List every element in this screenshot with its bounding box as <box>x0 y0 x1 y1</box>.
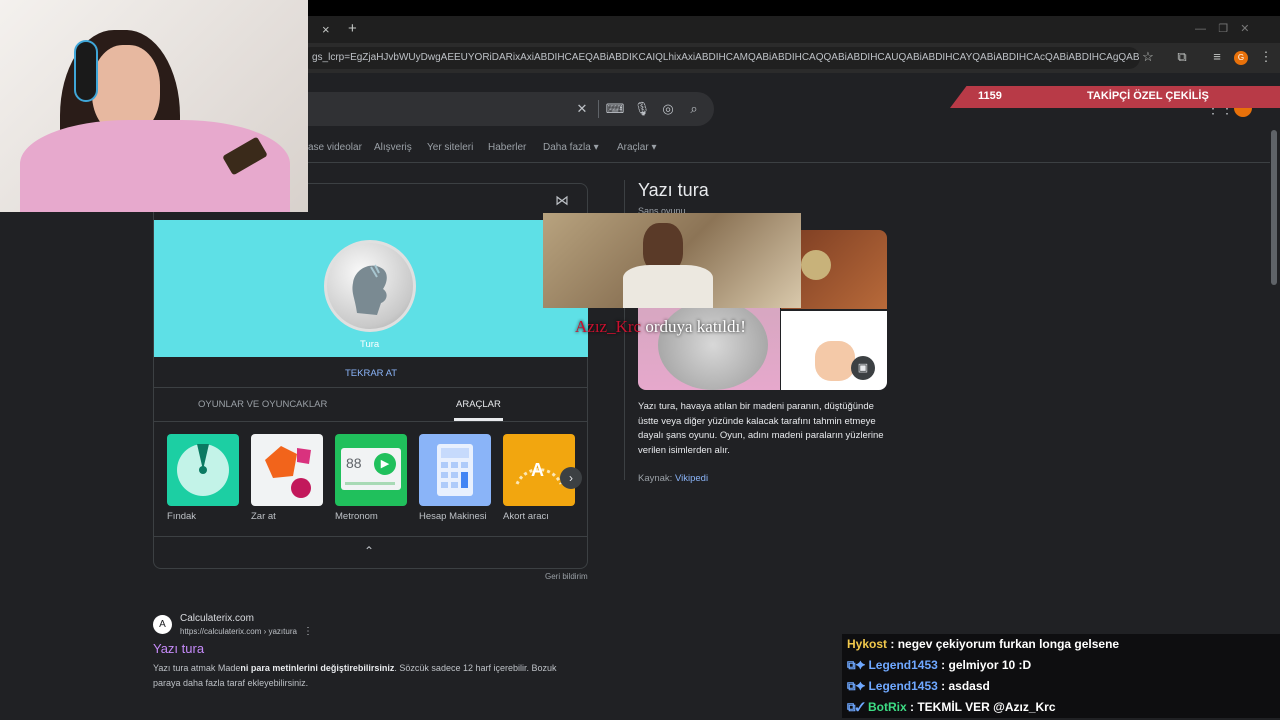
tool-label-tuner: Akort aracı <box>503 511 549 522</box>
more-images-icon[interactable]: ▣ <box>851 356 875 380</box>
play-icon: ▶ <box>374 453 396 475</box>
feedback-link[interactable]: Geri bildirim <box>545 572 588 581</box>
chat-user: Legend1453 <box>868 679 938 693</box>
coin-image[interactable] <box>324 240 416 332</box>
calculator-icon <box>437 444 473 496</box>
result-title-link[interactable]: Yazı tura <box>153 641 204 656</box>
chat-message: ⧉✦ Legend1453 : asdasd <box>844 676 990 697</box>
chat-user: BotRix <box>867 700 907 714</box>
chat-message: ⧉✦ Legend1453 : gelmiyor 10 :D <box>844 655 1031 676</box>
filter-more[interactable]: Daha fazla ▾ <box>543 142 599 153</box>
result-snippet: Yazı tura atmak Madeni para metinlerini … <box>153 661 583 691</box>
result-url[interactable]: https://calculaterix.com › yazıtura <box>180 627 297 636</box>
snippet-start: Yazı tura atmak Made <box>153 663 241 673</box>
card-footer-divider <box>154 536 588 537</box>
panel-image-hand[interactable] <box>781 311 887 390</box>
browser-menu-icon[interactable]: ⋮ <box>1256 47 1276 67</box>
chat-message: ⧉✓ BotRix : TEKMİL VER @Azız_Krc <box>844 697 1056 718</box>
filter-videos[interactable]: ase videolar <box>308 142 362 153</box>
banner-title: TAKİPÇİ ÖZEL ÇEKİLİŞ <box>1087 90 1209 102</box>
coin-result-label: Tura <box>360 339 380 350</box>
filter-news[interactable]: Haberler <box>488 142 526 153</box>
profile-avatar[interactable]: G <box>1234 51 1248 65</box>
bookmark-star-icon[interactable]: ☆ <box>1138 47 1158 67</box>
spinner-tool-tile[interactable] <box>167 434 239 506</box>
tempo-slider <box>345 482 395 485</box>
chat-message: Hykost : negev çekiyorum furkan longa ge… <box>844 634 1119 655</box>
chat-text: : asdasd <box>941 679 990 693</box>
extensions-icon[interactable]: ⧉ <box>1172 47 1192 67</box>
media-control-icon[interactable]: ≡ <box>1207 47 1227 67</box>
source-label: Kaynak: <box>638 473 673 484</box>
dice-tool-tile[interactable] <box>251 434 323 506</box>
chat-text: : TEKMİL VER @Azız_Krc <box>910 700 1056 714</box>
dice-icon <box>265 446 311 498</box>
new-tab-icon[interactable]: + <box>348 20 357 37</box>
lens-icon[interactable]: ◎ <box>658 99 678 119</box>
filter-divider <box>300 162 1270 163</box>
tab-games-toys[interactable]: OYUNLAR VE OYUNCAKLAR <box>198 399 327 410</box>
result-menu-icon[interactable]: ⋮ <box>303 626 313 637</box>
metronome-tool-tile[interactable]: 88 ▶ <box>335 434 407 506</box>
share-icon[interactable]: ⋈ <box>555 192 569 209</box>
panel-title: Yazı tura <box>638 180 709 200</box>
close-tab-icon[interactable]: × <box>322 22 330 37</box>
badge-icon: ⧉✓ <box>847 700 865 714</box>
tool-label-metronome: Metronom <box>335 511 378 522</box>
site-favicon: A <box>153 615 172 634</box>
badge-icon: ⧉✦ <box>847 658 866 672</box>
filter-shopping[interactable]: Alışveriş <box>374 142 412 153</box>
collapse-chevron-icon[interactable]: ⌃ <box>364 544 374 558</box>
alert-username: Azız_Krc <box>575 317 642 336</box>
tool-label-calculator: Hesap Makinesi <box>419 511 487 522</box>
keyboard-icon[interactable]: ⌨ <box>605 99 625 119</box>
follow-alert: Azız_Krc orduya katıldı! <box>575 317 746 337</box>
search-icon[interactable]: ⌕ <box>684 99 704 119</box>
metronome-bpm: 88 <box>346 455 362 471</box>
coin-photo-2 <box>801 250 831 280</box>
webcam-overlay <box>0 0 308 212</box>
chat-text: : negev çekiyorum furkan longa gelsene <box>890 637 1120 651</box>
coin-profile-icon <box>352 264 387 315</box>
alert-image <box>543 213 801 308</box>
tuner-note: A <box>531 460 544 480</box>
chat-user: Legend1453 <box>868 658 938 672</box>
alert-message: orduya katıldı! <box>641 317 746 336</box>
filter-tools[interactable]: Araçlar ▾ <box>617 142 656 153</box>
filter-places[interactable]: Yer siteleri <box>427 142 473 153</box>
headphones <box>74 40 98 102</box>
tool-label-spinner: Fındak <box>167 511 197 522</box>
search-divider <box>598 100 599 118</box>
coin-photo <box>658 300 768 390</box>
clear-search-icon[interactable]: ✕ <box>572 99 592 119</box>
carousel-next-icon[interactable]: › <box>560 467 582 489</box>
chat-user: Hykost <box>847 637 888 651</box>
window-controls[interactable]: — ❐ ✕ <box>1195 22 1270 35</box>
calculator-tool-tile[interactable] <box>419 434 491 506</box>
giveaway-banner: 1159 TAKİPÇİ ÖZEL ÇEKİLİŞ <box>950 86 1280 108</box>
page-scrollbar[interactable] <box>1271 130 1277 285</box>
url-field[interactable]: gs_lcrp=EgZjaHJvbWUyDwgAEEUYORiDARixAxiA… <box>300 47 1140 69</box>
soldier-shirt <box>623 265 713 308</box>
panel-source: Kaynak: Vikipedi <box>638 473 708 484</box>
source-link[interactable]: Vikipedi <box>675 473 708 484</box>
tabs-divider <box>154 421 588 422</box>
tab-tools[interactable]: ARAÇLAR <box>456 399 501 410</box>
tab-strip <box>308 16 1280 43</box>
badge-icon: ⧉✦ <box>847 679 866 693</box>
snippet-bold: ni para metinlerini değiştirebilirsiniz <box>240 663 395 673</box>
hand-photo <box>815 341 855 381</box>
result-site-name[interactable]: Calculaterix.com <box>180 613 254 624</box>
banner-count: 1159 <box>978 90 1002 102</box>
panel-description: Yazı tura, havaya atılan bir madeni para… <box>638 401 884 456</box>
chat-text: : gelmiyor 10 :D <box>941 658 1032 672</box>
microphone-icon[interactable]: 🎙 <box>632 99 652 119</box>
flip-again-button[interactable]: TEKRAR AT <box>345 368 397 379</box>
tool-label-dice: Zar at <box>251 511 276 522</box>
spinner-icon <box>177 444 229 496</box>
